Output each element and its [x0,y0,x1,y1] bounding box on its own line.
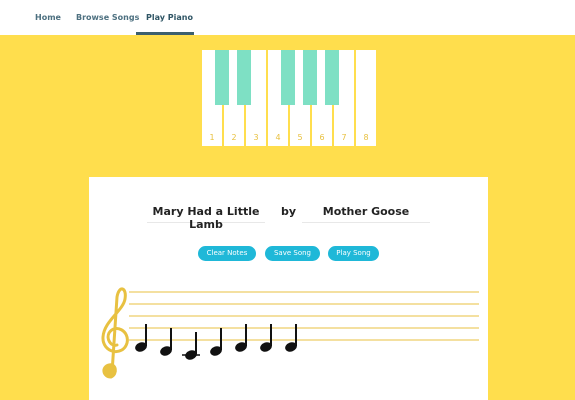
nav-play-piano[interactable]: Play Piano [146,0,193,35]
key-label-4: 4 [275,133,281,142]
key-label-5: 5 [297,133,303,142]
piano-black-key-3[interactable] [281,50,295,105]
note-4[interactable] [209,328,223,357]
piano-key-8[interactable]: 8 [356,50,376,146]
top-nav: Home Browse Songs Play Piano [0,0,575,35]
key-label-2: 2 [231,133,237,142]
main-stage: 1 2 3 4 5 6 7 8 Mary Had a Little Lamb b… [0,35,575,400]
notes-group [135,324,297,361]
song-sheet: Mary Had a Little Lamb by Mother Goose C… [89,177,488,400]
key-label-7: 7 [341,133,347,142]
key-label-3: 3 [253,133,259,142]
key-label-1: 1 [209,133,215,142]
music-staff [101,287,479,379]
note-2[interactable] [159,328,173,357]
piano-black-key-4[interactable] [303,50,317,105]
key-label-6: 6 [319,133,325,142]
staff-lines [129,291,479,341]
nav-home[interactable]: Home [35,0,61,35]
treble-clef-icon [101,287,129,379]
piano-black-key-2[interactable] [237,50,251,105]
key-label-8: 8 [363,133,369,142]
note-3[interactable] [182,332,200,361]
piano-black-key-1[interactable] [215,50,229,105]
nav-browse-songs[interactable]: Browse Songs [76,0,139,35]
piano-black-key-5[interactable] [325,50,339,105]
